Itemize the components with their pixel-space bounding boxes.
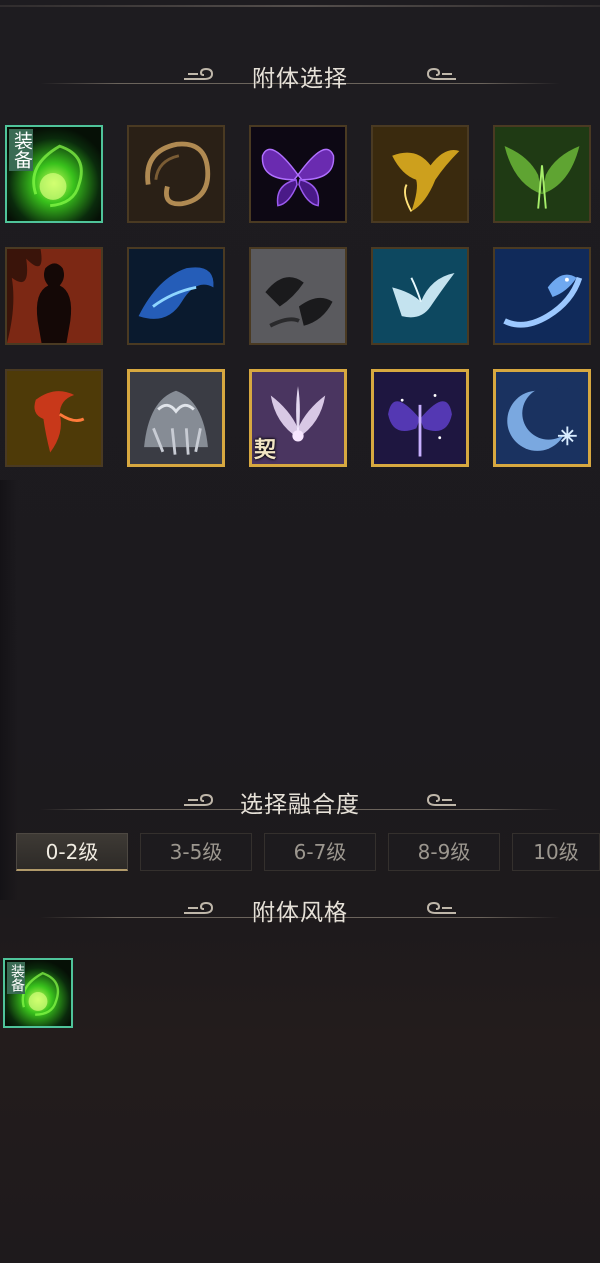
dragon-icon [495, 249, 589, 343]
tab-level-0-2[interactable]: 0-2级 [16, 833, 128, 871]
attach-icon-golden-dragon-swirl[interactable] [127, 125, 225, 223]
moon-icon [496, 372, 588, 464]
section-title: 选择融合度 [240, 792, 360, 818]
green-wings-icon [495, 127, 589, 221]
section-title: 附体选择 [252, 66, 348, 92]
style-icon-green-flame-spirit[interactable]: 装备 [3, 958, 73, 1028]
attach-icon-moon-snowflake[interactable] [493, 369, 591, 467]
attach-icon-red-phoenix[interactable] [5, 369, 103, 467]
attach-icon-nine-tail-fox[interactable]: 契 [249, 369, 347, 467]
attach-icon-green-flame-spirit[interactable]: 装备 [5, 125, 103, 223]
raven-icon [251, 249, 345, 343]
fusion-select-header: 选择融合度 [40, 783, 560, 823]
tab-level-6-7[interactable]: 6-7级 [264, 833, 376, 871]
cloud-swirl-right-icon [426, 67, 456, 80]
equipped-tag: 装备 [7, 962, 25, 994]
section-title: 附体风格 [252, 900, 348, 926]
crane-icon [373, 249, 467, 343]
attach-icon-white-tiger-beast[interactable] [127, 369, 225, 467]
top-divider [0, 5, 600, 7]
attach-icon-green-phoenix-wings[interactable] [493, 125, 591, 223]
contract-tag: 契 [254, 438, 277, 463]
fire-figure-icon [7, 249, 101, 343]
attach-style-header: 附体风格 [40, 891, 560, 931]
attach-icon-purple-butterfly[interactable] [249, 125, 347, 223]
attach-select-header: 附体选择 [40, 57, 560, 97]
golden-swirl-icon [129, 127, 223, 221]
attach-icon-fire-silhouette[interactable] [5, 247, 103, 345]
tab-level-10[interactable]: 10级 [512, 833, 600, 871]
butterfly-icon [251, 127, 345, 221]
tab-level-8-9[interactable]: 8-9级 [388, 833, 500, 871]
attach-panel: 附体选择 装备 契 选择融合度 0-2级 3-5级 6-7级 8-9级 10级 … [0, 0, 600, 1263]
tab-level-3-5[interactable]: 3-5级 [140, 833, 252, 871]
attach-icon-blue-dragon[interactable] [493, 247, 591, 345]
attach-icon-blue-flame-fish[interactable] [127, 247, 225, 345]
cloud-swirl-right-icon [426, 793, 456, 806]
attach-icon-ice-crane[interactable] [371, 247, 469, 345]
attach-icon-dark-raven[interactable] [249, 247, 347, 345]
phoenix-icon [373, 127, 467, 221]
violet-fairy-icon [374, 372, 466, 464]
fusion-level-tabs: 0-2级 3-5级 6-7级 8-9级 10级 [16, 833, 600, 873]
blue-flame-icon [129, 249, 223, 343]
tiger-beast-icon [130, 372, 222, 464]
cloud-swirl-right-icon [426, 901, 456, 914]
equipped-tag: 装备 [9, 129, 33, 171]
red-phoenix-icon [7, 371, 101, 465]
attach-icon-golden-phoenix[interactable] [371, 125, 469, 223]
attach-icon-violet-butterfly-fairy[interactable] [371, 369, 469, 467]
